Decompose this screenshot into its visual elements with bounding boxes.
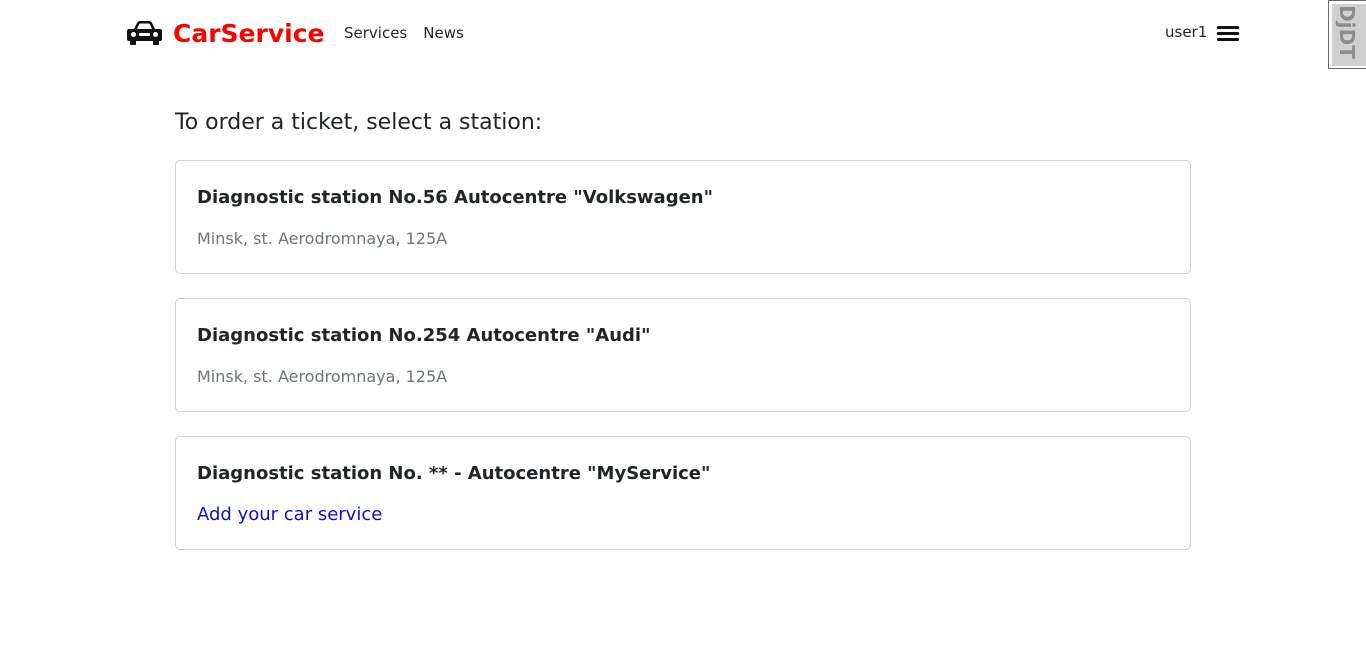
add-station-title: Diagnostic station No. ** - Autocentre "… — [197, 463, 711, 484]
station-title: Diagnostic station No.254 Autocentre "Au… — [197, 325, 651, 346]
main-nav: Services News — [344, 22, 480, 44]
station-address: Minsk, st. Aerodromnaya, 125A — [197, 229, 448, 248]
debug-toolbar-handle[interactable]: DjDT — [1328, 0, 1366, 69]
station-card[interactable]: Diagnostic station No.254 Autocentre "Au… — [175, 298, 1191, 412]
car-icon — [126, 20, 163, 46]
station-address: Minsk, st. Aerodromnaya, 125A — [197, 367, 448, 386]
station-title: Diagnostic station No.56 Autocentre "Vol… — [197, 187, 713, 208]
brand-logo-link[interactable]: CarService — [126, 17, 324, 49]
nav-link-services[interactable]: Services — [344, 22, 407, 44]
add-car-service-link[interactable]: Add your car service — [197, 502, 382, 528]
page-title: To order a ticket, select a station: — [175, 110, 543, 135]
brand-name: CarService — [173, 18, 325, 48]
debug-toolbar-label: DjDT — [1335, 5, 1359, 59]
hamburger-menu-icon[interactable] — [1215, 22, 1241, 44]
top-navbar: CarService Services News user1 — [0, 0, 1366, 66]
add-station-card: Diagnostic station No. ** - Autocentre "… — [175, 436, 1191, 550]
nav-link-news[interactable]: News — [423, 22, 464, 44]
user-name[interactable]: user1 — [1165, 21, 1207, 43]
station-card[interactable]: Diagnostic station No.56 Autocentre "Vol… — [175, 160, 1191, 274]
